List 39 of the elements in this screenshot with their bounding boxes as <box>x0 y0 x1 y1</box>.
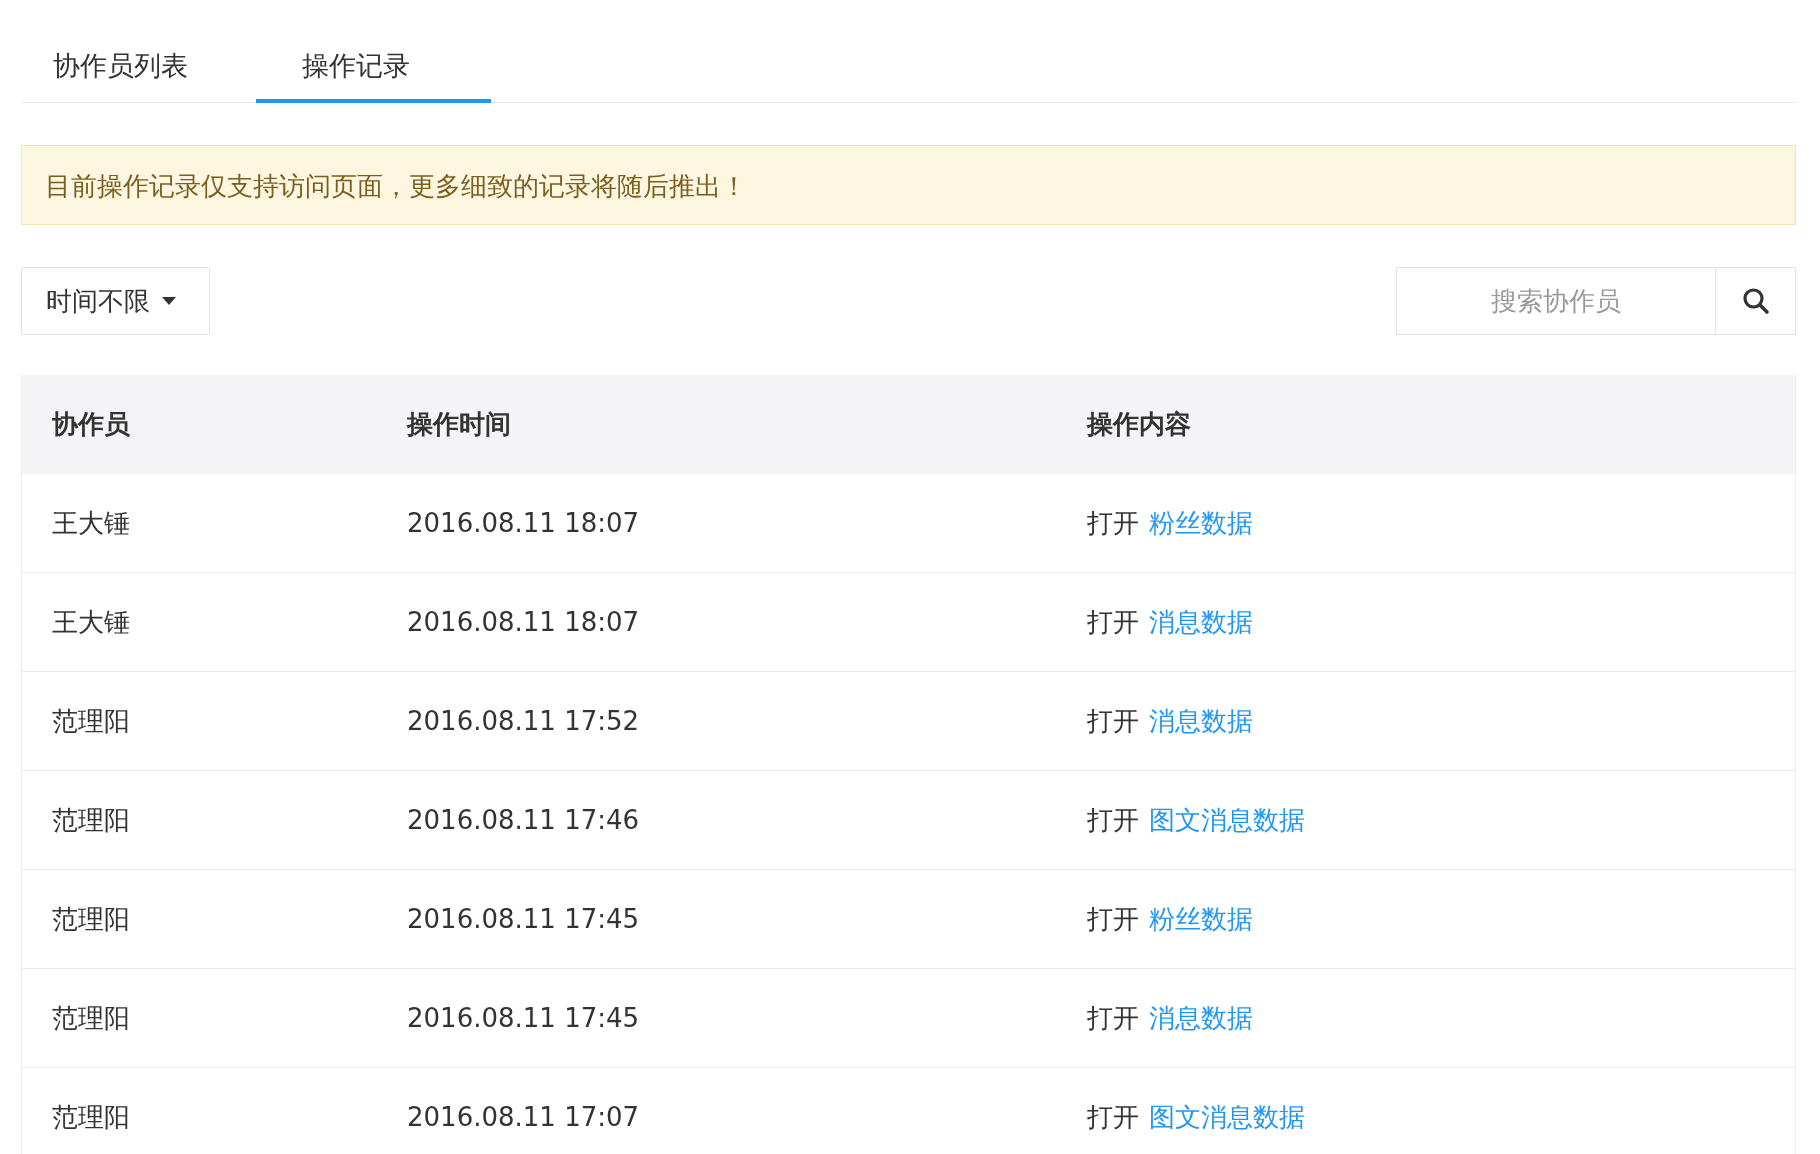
action-text: 打开 <box>1087 803 1139 837</box>
page-link[interactable]: 消息数据 <box>1149 703 1253 739</box>
table-cell-text: 王大锤 <box>51 506 131 540</box>
table-cell-text: 范理阳 <box>51 902 131 936</box>
page-link[interactable]: 粉丝数据 <box>1149 901 1253 937</box>
action-text: 打开 <box>1087 1100 1139 1134</box>
notice-banner: 目前操作记录仅支持访问页面，更多细致的记录将随后推出！ <box>21 145 1796 225</box>
action-text: 打开 <box>1087 902 1139 936</box>
page-link[interactable]: 消息数据 <box>1149 604 1253 640</box>
table-cell-text: 2016.08.11 17:45 <box>406 904 641 934</box>
table-cell-text: 范理阳 <box>51 1001 131 1035</box>
page-link[interactable]: 粉丝数据 <box>1149 505 1253 541</box>
tab[interactable]: 协作员列表 <box>21 43 256 103</box>
page-link[interactable]: 图文消息数据 <box>1149 802 1305 838</box>
table-cell-text: 2016.08.11 17:46 <box>406 805 641 835</box>
column-header: 操作内容 <box>1085 408 1191 441</box>
search-button[interactable] <box>1716 267 1796 335</box>
table-cell-text: 范理阳 <box>51 803 131 837</box>
tab[interactable]: 操作记录 <box>256 43 491 103</box>
table-cell-text: 范理阳 <box>51 1100 131 1134</box>
search-icon <box>1741 287 1770 315</box>
table-cell-text: 范理阳 <box>51 704 131 738</box>
column-header: 操作时间 <box>405 408 512 441</box>
action-text: 打开 <box>1087 506 1139 540</box>
time-filter-dropdown[interactable]: 时间不限 <box>21 267 210 335</box>
table-cell-text: 2016.08.11 18:07 <box>406 607 641 637</box>
action-text: 打开 <box>1087 704 1139 738</box>
table-cell-text: 2016.08.11 18:07 <box>406 508 641 538</box>
caret-icon <box>162 297 176 305</box>
search-field[interactable]: 搜索协作员 <box>1396 267 1716 335</box>
action-text: 打开 <box>1087 605 1139 639</box>
column-header: 协作员 <box>51 408 131 441</box>
page-link[interactable]: 图文消息数据 <box>1149 1099 1305 1135</box>
table-cell-text: 2016.08.11 17:52 <box>406 706 641 736</box>
table-cell-text: 2016.08.11 17:07 <box>406 1102 641 1132</box>
table-cell-text: 王大锤 <box>51 605 131 639</box>
action-text: 打开 <box>1087 1001 1139 1035</box>
table-cell-text: 2016.08.11 17:45 <box>406 1003 641 1033</box>
page-link[interactable]: 消息数据 <box>1149 1000 1253 1036</box>
